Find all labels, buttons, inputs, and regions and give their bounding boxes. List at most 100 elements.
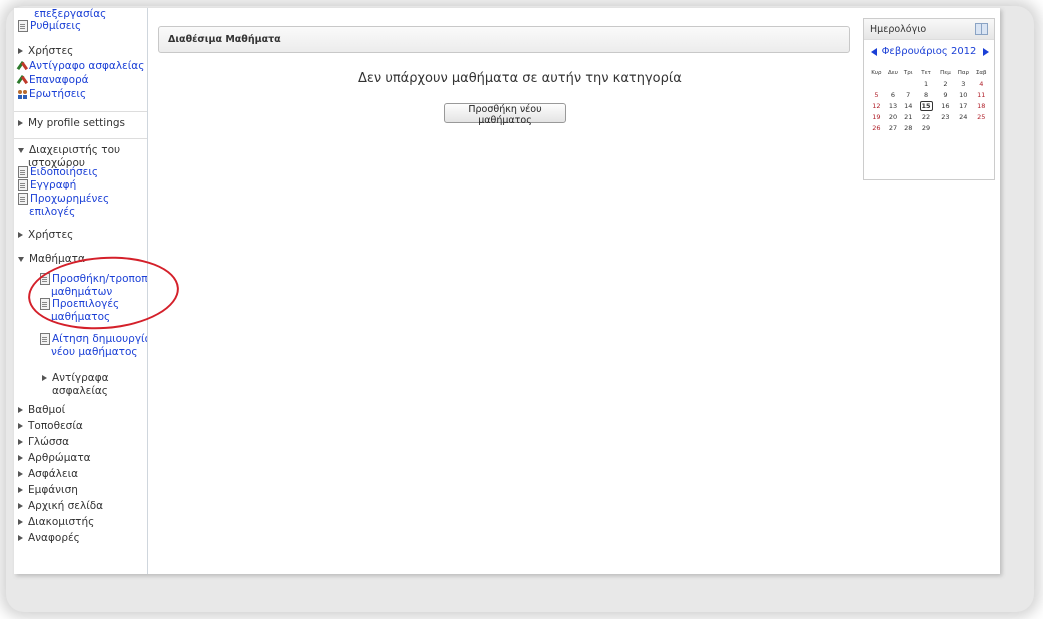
sidebar-node[interactable]: Χρήστες [18,229,73,242]
sidebar-item-label: Τοποθεσία [28,420,83,432]
calendar-day[interactable]: 19 [868,111,885,122]
sidebar-node[interactable]: Αρχική σελίδα [18,500,103,513]
collapse-arrow-icon [18,256,24,262]
tools-icon [18,61,27,71]
calendar-day [954,122,972,133]
calendar-day[interactable]: 6 [885,89,901,100]
calendar-day[interactable]: 27 [885,122,901,133]
calendar-day[interactable]: 4 [973,78,990,89]
sidebar-item-label: Αντίγραφα ασφαλείας [52,372,109,397]
calendar-day[interactable]: 15 [915,100,936,111]
calendar-day[interactable]: 14 [901,100,915,111]
sidebar-link[interactable]: Επαναφορά [18,74,89,87]
sidebar-link[interactable]: Προχωρημένες επιλογές [18,193,109,219]
dock-block-icon[interactable] [975,23,988,35]
sidebar-item-label: Χρήστες [28,229,74,241]
calendar-day[interactable]: 10 [954,89,972,100]
sidebar-node[interactable]: Αρθρώματα [18,452,91,465]
calendar-day[interactable]: 8 [915,89,936,100]
sidebar-link[interactable]: Ειδοποιήσεις [18,166,98,179]
document-icon [18,20,28,32]
expand-arrow-icon [18,487,23,493]
sidebar-link[interactable]: Ερωτήσεις [18,88,86,101]
sidebar-item-label: Ρυθμίσεις [30,20,82,32]
calendar-day [901,78,915,89]
sidebar-node[interactable]: Αναφορές [18,532,80,545]
sidebar-item-label: Ειδοποιήσεις [30,166,99,178]
sidebar-section-divider [14,138,147,139]
weekday-header: Τετ [921,69,931,76]
sidebar-item-label: Βαθμοί [28,404,66,416]
calendar-day[interactable]: 2 [937,78,954,89]
sidebar-node[interactable]: My profile settings [18,117,125,130]
users-icon [18,89,28,99]
sidebar-item-label: My profile settings [28,117,125,129]
calendar-day[interactable]: 7 [901,89,915,100]
weekday-header: Παρ [957,69,969,76]
calendar-header: Ημερολόγιο [864,19,994,40]
sidebar-link[interactable]: Εγγραφή [18,179,76,192]
moodle-page: επεξεργασίας Ρυθμίσεις Χρήστες Αντίγραφο ασ… [14,8,1000,574]
calendar-day[interactable]: 5 [868,89,885,100]
sidebar-link[interactable]: Αντίγραφο ασφαλείας [18,60,144,73]
document-icon [18,179,28,191]
calendar-day[interactable]: 21 [901,111,915,122]
weekday-header: Σαβ [975,69,987,76]
expand-arrow-icon [18,120,23,126]
calendar-day[interactable]: 29 [915,122,936,133]
expand-arrow-icon [18,439,23,445]
sidebar-link[interactable]: Αίτηση δημιουργίαςνέου μαθήματος [40,333,147,359]
sidebar-item-label: Αίτηση δημιουργίαςνέου μαθήματος [51,333,147,358]
calendar-day[interactable]: 12 [868,100,885,111]
calendar-day[interactable]: 9 [937,89,954,100]
add-new-course-button[interactable]: Προσθήκη νέου μαθήματος [444,103,566,126]
sidebar-node[interactable]: Εμφάνιση [18,484,78,497]
sidebar-section-divider [14,111,147,112]
sidebar-node[interactable]: Τοποθεσία [18,420,83,433]
calendar-day[interactable]: 28 [901,122,915,133]
calendar-day[interactable]: 17 [954,100,972,111]
sidebar-item-label: επεξεργασίας [34,8,107,20]
expand-arrow-icon [18,455,23,461]
sidebar-node[interactable]: Γλώσσα [18,436,69,449]
sidebar-node[interactable]: Βαθμοί [18,404,65,417]
expand-arrow-icon [18,471,23,477]
calendar-month-label[interactable]: Φεβρουάριος 2012 [864,46,994,57]
calendar-day[interactable]: 3 [954,78,972,89]
calendar-day[interactable]: 24 [954,111,972,122]
expand-arrow-icon [42,375,47,381]
calendar-day[interactable]: 25 [973,111,990,122]
calendar-day[interactable]: 16 [937,100,954,111]
document-icon [18,166,28,178]
sidebar-node[interactable]: Χρήστες [18,45,73,58]
calendar-day[interactable]: 11 [973,89,990,100]
sidebar-item-label: Ερωτήσεις [29,88,87,100]
available-courses-header: Διαθέσιμα Μαθήματα [158,26,850,53]
sidebar-item-label: Αρθρώματα [28,452,91,464]
calendar-day[interactable]: 13 [885,100,901,111]
document-icon [18,193,28,205]
calendar-day[interactable]: 1 [915,78,936,89]
sidebar-item-label: Αναφορές [28,532,80,544]
sidebar-node[interactable]: Διακομιστής [18,516,94,529]
sidebar-item-label: Γλώσσα [28,436,70,448]
calendar-day[interactable]: 26 [868,122,885,133]
calendar-day[interactable]: 22 [915,111,936,122]
sidebar-item-label: Ασφάλεια [28,468,79,480]
sidebar-item-label: Διακομιστής [28,516,95,528]
calendar-day [937,122,954,133]
expand-arrow-icon [18,535,23,541]
expand-arrow-icon [18,407,23,413]
calendar-day[interactable]: 20 [885,111,901,122]
next-month-icon[interactable] [983,48,989,56]
sidebar-node[interactable]: Ασφάλεια [18,468,78,481]
sidebar-node[interactable]: Αντίγραφα ασφαλείας [42,372,109,398]
weekday-header: Τρι [903,69,913,76]
calendar-grid: Κυρ Δευ Τρι Τετ Πεμ Παρ Σαβ 1 2 3 4 5 6 7 8 9 10 11 12 13 14… [868,67,990,133]
available-courses-title: Διαθέσιμα Μαθήματα [168,34,281,45]
calendar-day [868,78,885,89]
sidebar-link[interactable]: Ρυθμίσεις [18,20,81,33]
calendar-day[interactable]: 23 [937,111,954,122]
calendar-day [973,122,990,133]
calendar-day[interactable]: 18 [973,100,990,111]
